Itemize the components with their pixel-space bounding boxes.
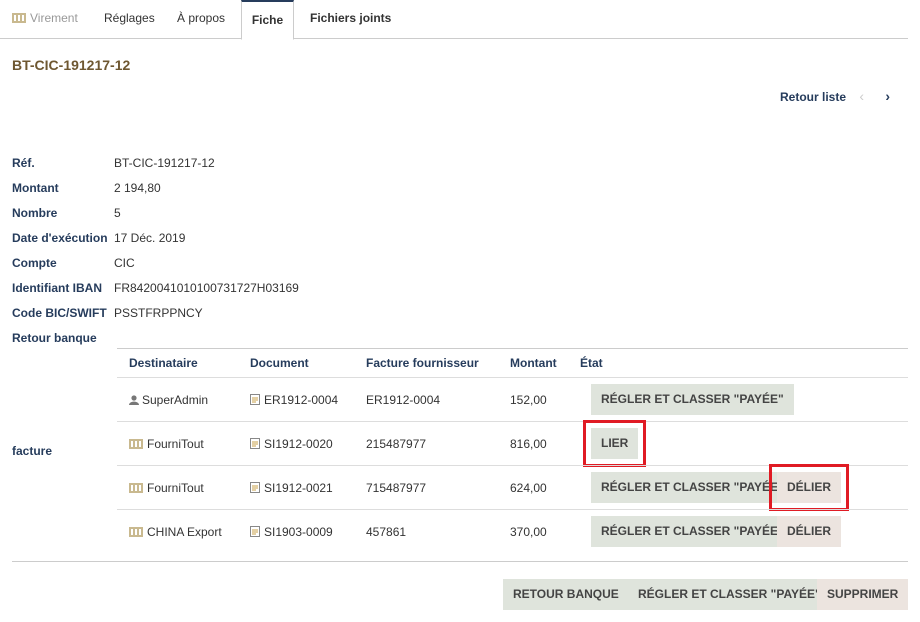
amount: 370,00 xyxy=(510,525,547,539)
supplier-invoice: ER1912-0004 xyxy=(366,393,441,407)
document-icon xyxy=(250,438,260,449)
document-icon xyxy=(250,482,260,493)
recipient-name: FourniTout xyxy=(147,437,204,451)
facture-label: facture xyxy=(12,444,53,458)
document-icon xyxy=(250,394,260,405)
record-navigation: Retour liste ‹ › xyxy=(0,88,908,106)
field-value: BT-CIC-191217-12 xyxy=(114,156,215,170)
table-header: Destinataire Document Facture fournisseu… xyxy=(117,348,908,377)
field-label: Nombre xyxy=(12,206,58,220)
field-value: 5 xyxy=(114,206,121,220)
table-row: CHINA Export SI1903-0009 457861 370,00 R… xyxy=(117,509,908,553)
unlink-button[interactable]: DÉLIER xyxy=(768,464,850,511)
column-header: État xyxy=(580,356,603,370)
document-ref: SI1912-0021 xyxy=(264,481,333,495)
column-header: Montant xyxy=(510,356,557,370)
tab-label: Fiche xyxy=(251,13,284,27)
amount: 624,00 xyxy=(510,481,547,495)
column-header: Document xyxy=(250,356,309,370)
pay-and-classify-button[interactable]: RÉGLER ET CLASSER "PAYÉE" xyxy=(591,516,794,547)
column-header: Facture fournisseur xyxy=(366,356,479,370)
table-row: FourniTout SI1912-0021 715487977 624,00 … xyxy=(117,464,908,511)
column-header: Destinataire xyxy=(129,356,198,370)
supplier-invoice: 457861 xyxy=(366,525,407,539)
document-icon xyxy=(250,526,260,537)
tab-reglages[interactable]: Réglages xyxy=(104,0,155,39)
divider xyxy=(12,561,908,562)
recipient-name: SuperAdmin xyxy=(142,393,209,407)
tab-bar: Virement Réglages À propos Fiche Fichier… xyxy=(0,0,908,40)
next-record-icon[interactable]: › xyxy=(885,88,890,104)
field-value: PSSTFRPPNCY xyxy=(114,306,203,320)
document-ref: SI1903-0009 xyxy=(264,525,333,539)
recipient-name: CHINA Export xyxy=(147,525,222,539)
amount: 816,00 xyxy=(510,437,547,451)
tab-virement[interactable]: Virement xyxy=(12,0,78,39)
user-icon xyxy=(129,395,139,405)
field-value: 17 Déc. 2019 xyxy=(114,231,186,245)
field-label: Identifiant IBAN xyxy=(12,281,102,295)
recipient-link[interactable]: SuperAdmin xyxy=(129,393,208,407)
field-label: Code BIC/SWIFT xyxy=(12,306,107,320)
table-row: SuperAdmin ER1912-0004 ER1912-0004 152,0… xyxy=(117,377,908,421)
tab-label: Réglages xyxy=(104,11,155,25)
bank-icon xyxy=(12,13,26,23)
bank-return-button[interactable]: RETOUR BANQUE xyxy=(503,579,629,610)
previous-record-icon[interactable]: ‹ xyxy=(859,88,864,104)
company-icon xyxy=(129,527,143,537)
field-value: CIC xyxy=(114,256,135,270)
field-label: Montant xyxy=(12,181,59,195)
pay-and-classify-button[interactable]: RÉGLER ET CLASSER "PAYÉE" xyxy=(591,472,794,503)
document-link[interactable]: SI1903-0009 xyxy=(250,525,333,539)
company-icon xyxy=(129,439,143,449)
supplier-invoice: 715487977 xyxy=(366,481,427,495)
field-label: Réf. xyxy=(12,156,35,170)
tab-label: Virement xyxy=(30,11,78,25)
recipient-link[interactable]: CHINA Export xyxy=(129,525,222,539)
link-button[interactable]: LIER xyxy=(582,420,647,467)
tab-a-propos[interactable]: À propos xyxy=(177,0,225,39)
recipient-link[interactable]: FourniTout xyxy=(129,437,204,451)
document-link[interactable]: SI1912-0020 xyxy=(250,437,333,451)
pay-and-classify-all-button[interactable]: RÉGLER ET CLASSER "PAYÉE" xyxy=(628,579,831,610)
unlink-button[interactable]: DÉLIER xyxy=(777,516,842,547)
back-to-list-link[interactable]: Retour liste xyxy=(780,90,846,104)
delete-button[interactable]: SUPPRIMER xyxy=(817,579,909,610)
tab-fiche[interactable]: Fiche xyxy=(241,0,294,40)
page-title: BT-CIC-191217-12 xyxy=(12,57,131,73)
document-ref: ER1912-0004 xyxy=(264,393,339,407)
document-link[interactable]: SI1912-0021 xyxy=(250,481,333,495)
field-label: Compte xyxy=(12,256,57,270)
tab-label: À propos xyxy=(177,11,226,25)
document-link[interactable]: ER1912-0004 xyxy=(250,393,338,407)
amount: 152,00 xyxy=(510,393,547,407)
field-value: FR8420041010100731727H03169 xyxy=(114,281,299,295)
field-label: Date d'exécution xyxy=(12,231,108,245)
company-icon xyxy=(129,483,143,493)
tab-fichiers-joints[interactable]: Fichiers joints xyxy=(310,0,391,39)
document-ref: SI1912-0020 xyxy=(264,437,333,451)
field-label: Retour banque xyxy=(12,331,97,345)
table-row: FourniTout SI1912-0020 215487977 816,00 … xyxy=(117,420,908,467)
pay-and-classify-button[interactable]: RÉGLER ET CLASSER "PAYÉE" xyxy=(591,384,794,415)
recipient-link[interactable]: FourniTout xyxy=(129,481,204,495)
tab-label: Fichiers joints xyxy=(310,11,392,25)
field-value: 2 194,80 xyxy=(114,181,161,195)
recipient-name: FourniTout xyxy=(147,481,204,495)
supplier-invoice: 215487977 xyxy=(366,437,427,451)
